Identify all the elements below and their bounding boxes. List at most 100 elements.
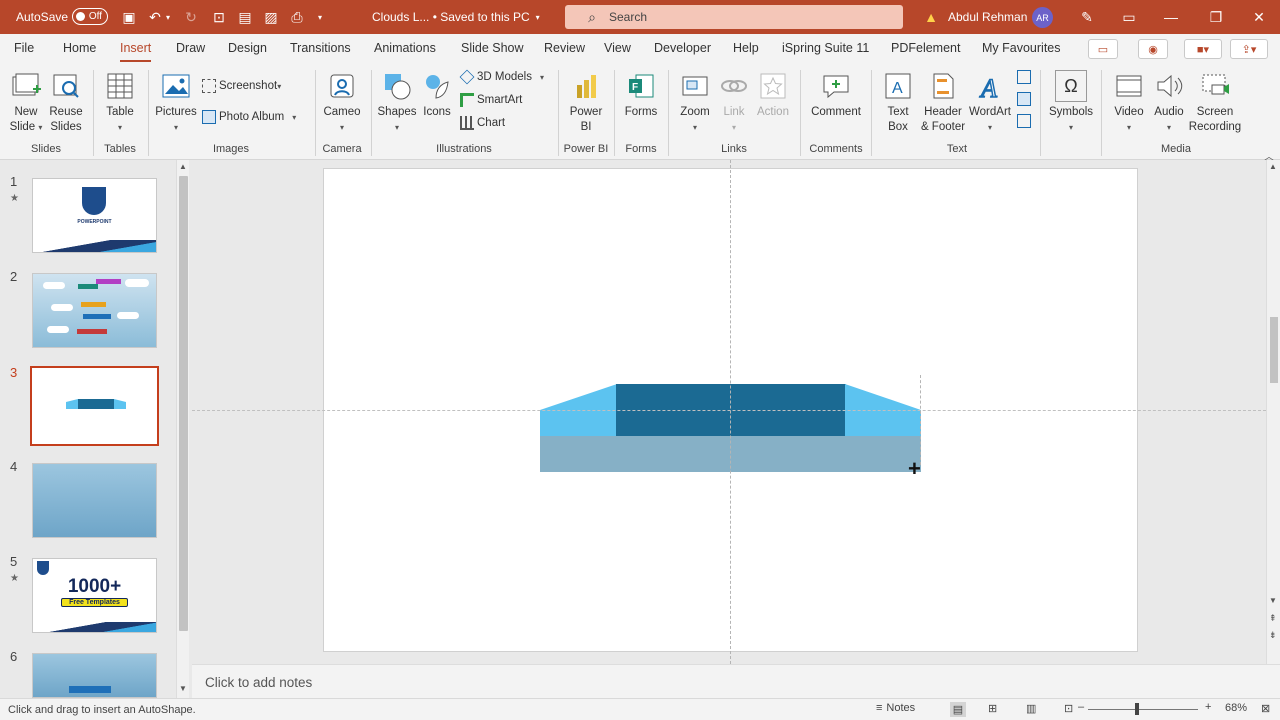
comment-button[interactable]: Comment <box>808 70 864 120</box>
tab-review[interactable]: Review <box>544 41 585 55</box>
print-icon[interactable]: ⎙ <box>288 0 306 34</box>
tab-animations[interactable]: Animations <box>374 41 436 55</box>
chart-button[interactable]: Chart <box>460 116 505 130</box>
slide-thumbnail-3[interactable] <box>30 366 159 446</box>
pen-icon[interactable]: ✎ <box>1078 0 1096 34</box>
tab-draw[interactable]: Draw <box>176 41 205 55</box>
action-button[interactable]: Action <box>754 70 792 120</box>
avatar[interactable]: AR <box>1032 7 1053 28</box>
table-button[interactable]: Table ▾ <box>103 70 137 135</box>
new-slide-button[interactable]: New Slide ▾ <box>8 70 44 135</box>
tab-file[interactable]: File <box>14 41 34 55</box>
save-icon[interactable]: ▣ <box>120 0 138 34</box>
document-title[interactable]: Clouds L... • Saved to this PC ▾ <box>372 0 540 34</box>
tab-developer[interactable]: Developer <box>654 41 711 55</box>
notes-toggle-button[interactable]: ≡ Notes <box>876 702 915 714</box>
fit-to-window-icon[interactable]: ⊠ <box>1261 702 1270 715</box>
customize-qat-icon[interactable]: ▾ <box>318 0 322 34</box>
slide-show-button[interactable]: ⊡ <box>1064 702 1073 715</box>
scrollbar-thumb[interactable] <box>1270 317 1278 383</box>
present-icon[interactable]: ⊡ <box>210 0 228 34</box>
reading-view-button[interactable]: ▥ <box>1026 702 1036 715</box>
zoom-out-button[interactable]: – <box>1078 701 1084 713</box>
shapes-icon <box>381 70 413 102</box>
pictures-label: Pictures <box>155 106 197 118</box>
tab-design[interactable]: Design <box>228 41 267 55</box>
comments-button[interactable]: ▭ <box>1088 39 1118 59</box>
previous-slide-icon[interactable]: ⇞ <box>1269 613 1277 624</box>
screenshot-button[interactable]: Screenshot ▾ <box>202 79 281 93</box>
shapes-button[interactable]: Shapes ▾ <box>378 70 417 135</box>
warning-icon[interactable]: ▲ <box>922 0 940 34</box>
audio-button[interactable]: Audio ▾ <box>1150 70 1188 135</box>
tab-home[interactable]: Home <box>63 41 96 55</box>
pictures-button[interactable]: Pictures ▾ <box>155 70 197 135</box>
slide-thumbnail-2[interactable] <box>32 273 157 348</box>
header-footer-button[interactable]: Header & Footer <box>918 70 968 135</box>
scroll-up-icon[interactable]: ▲ <box>179 162 187 171</box>
autosave-toggle[interactable]: Off <box>72 8 108 25</box>
user-name[interactable]: Abdul Rehman <box>948 0 1027 34</box>
link-button[interactable]: Link ▾ <box>718 70 750 135</box>
date-time-button[interactable] <box>1017 70 1034 84</box>
tab-pdfelement[interactable]: PDFelement <box>891 41 960 55</box>
picture-icon[interactable]: ▨ <box>262 0 280 34</box>
zoom-percent[interactable]: 68% <box>1225 702 1247 714</box>
search-input[interactable]: ⌕ Search <box>565 5 903 29</box>
tab-insert[interactable]: Insert <box>120 41 152 62</box>
scroll-down-icon[interactable]: ▼ <box>1269 596 1277 605</box>
zoom-slider[interactable] <box>1088 709 1198 710</box>
reuse-slides-button[interactable]: Reuse Slides <box>48 70 84 135</box>
logo-shield-icon <box>82 187 106 215</box>
maximize-icon[interactable]: ❐ <box>1207 0 1225 34</box>
slide-thumbnail-1[interactable]: POWERPOINT <box>32 178 157 253</box>
normal-view-button[interactable]: ▤ <box>950 702 966 717</box>
scrollbar-thumb[interactable] <box>179 176 188 631</box>
record-button[interactable]: ◉ <box>1138 39 1168 59</box>
tab-ispring[interactable]: iSpring Suite 11 <box>782 41 869 55</box>
power-bi-button[interactable]: Power BI <box>566 70 606 135</box>
undo-dropdown-icon[interactable]: ▾ <box>166 0 170 34</box>
cameo-button[interactable]: Cameo ▾ <box>323 70 361 135</box>
vertical-scrollbar[interactable]: ▲ ▼ ⇞ ⇟ <box>1266 160 1280 664</box>
minimize-icon[interactable]: — <box>1162 0 1180 34</box>
photo-album-button[interactable]: Photo Album ▾ <box>202 110 296 124</box>
scroll-up-icon[interactable]: ▲ <box>1269 162 1277 171</box>
tab-my-favourites[interactable]: My Favourites <box>982 41 1061 55</box>
tab-help[interactable]: Help <box>733 41 759 55</box>
3d-models-button[interactable]: 3D Models ▾ <box>459 69 544 85</box>
text-box-button[interactable]: A Text Box <box>880 70 916 135</box>
header-footer-label-1: Header <box>924 106 962 118</box>
slide-thumbnail-5[interactable]: 1000+ Free Templates <box>32 558 157 633</box>
next-slide-icon[interactable]: ⇟ <box>1269 630 1277 641</box>
wordart-button[interactable]: A WordArt ▾ <box>968 70 1012 135</box>
tab-slide-show[interactable]: Slide Show <box>461 41 524 55</box>
icons-button[interactable]: Icons <box>420 70 454 120</box>
zoom-slider-knob[interactable] <box>1135 703 1139 715</box>
slide-number-button[interactable] <box>1017 92 1034 106</box>
forms-button[interactable]: F Forms <box>622 70 660 120</box>
zoom-button[interactable]: Zoom ▾ <box>676 70 714 135</box>
video-button[interactable]: Video ▾ <box>1110 70 1148 135</box>
ribbon-display-icon[interactable]: ▭ <box>1120 0 1138 34</box>
screen-recording-button[interactable]: Screen Recording <box>1188 70 1242 135</box>
redo-icon[interactable]: ↻ <box>182 0 200 34</box>
zoom-in-button[interactable]: + <box>1205 701 1211 713</box>
share-button[interactable]: ⇪▾ <box>1230 39 1268 59</box>
new-slide-label-1: New <box>14 106 38 118</box>
slide-sorter-button[interactable]: ⊞ <box>988 702 997 715</box>
undo-icon[interactable]: ↶ <box>146 0 164 34</box>
scroll-down-icon[interactable]: ▼ <box>179 684 187 693</box>
object-button[interactable] <box>1017 114 1034 128</box>
slide-thumbnail-6[interactable] <box>32 653 157 698</box>
smartart-button[interactable]: SmartArt <box>460 93 522 107</box>
tab-view[interactable]: View <box>604 41 631 55</box>
close-icon[interactable]: ✕ <box>1250 0 1268 34</box>
teams-button[interactable]: ■▾ <box>1184 39 1222 59</box>
tab-transitions[interactable]: Transitions <box>290 41 351 55</box>
present-from-start-icon[interactable]: ▤ <box>236 0 254 34</box>
thumbnail-scrollbar[interactable]: ▲ ▼ <box>176 160 189 698</box>
symbols-button[interactable]: Ω Symbols ▾ <box>1047 70 1095 135</box>
notes-pane[interactable]: Click to add notes <box>192 664 1280 698</box>
slide-thumbnail-4[interactable] <box>32 463 157 538</box>
